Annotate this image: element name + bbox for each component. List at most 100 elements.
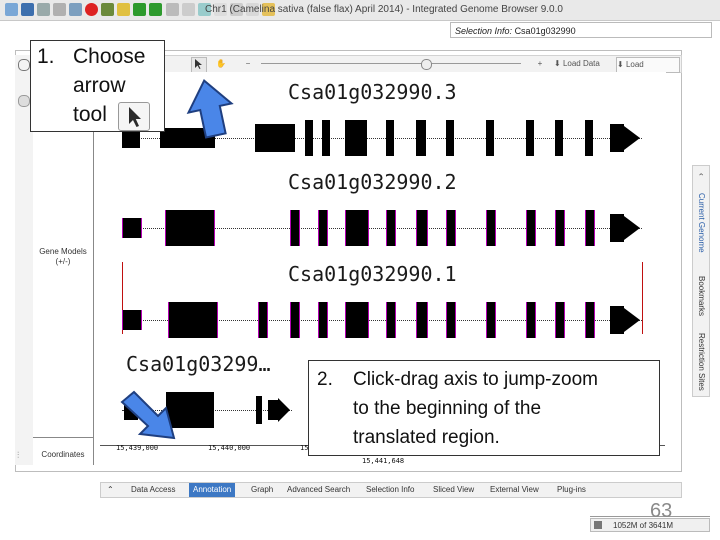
- exon[interactable]: [526, 120, 534, 156]
- forward-arrow-icon[interactable]: [149, 3, 162, 16]
- exon[interactable]: [290, 302, 300, 338]
- strand-arrow-icon: [624, 126, 640, 150]
- exon[interactable]: [446, 120, 454, 156]
- zoom-in-icon[interactable]: +: [533, 57, 547, 71]
- tab-current-genome[interactable]: Current Genome: [693, 184, 709, 262]
- gene-label[interactable]: Csa01g032990.1: [288, 262, 457, 286]
- axis-tick-label: 15,439,000: [116, 444, 159, 452]
- load-data-button[interactable]: ⬇ Load Data: [554, 57, 614, 71]
- copy-icon[interactable]: [53, 3, 66, 16]
- exon[interactable]: [305, 120, 313, 156]
- settings-icon[interactable]: [182, 3, 195, 16]
- instruction-callout-step2: 2. Click-drag axis to jump-zoom to the b…: [308, 360, 660, 456]
- exon[interactable]: [165, 210, 215, 246]
- exon[interactable]: [258, 302, 268, 338]
- exon[interactable]: [386, 120, 394, 156]
- exon[interactable]: [318, 210, 328, 246]
- folder-icon[interactable]: [117, 3, 130, 16]
- exon[interactable]: [345, 302, 369, 338]
- memory-icon[interactable]: [594, 521, 602, 529]
- tab-sliced-view[interactable]: Sliced View: [433, 483, 474, 497]
- exon[interactable]: [290, 210, 300, 246]
- axis-tick-label: 15,440,000: [208, 444, 251, 452]
- exon[interactable]: [486, 302, 496, 338]
- exon[interactable]: [256, 396, 262, 424]
- selection-info-field[interactable]: Selection Info: Csa01g032990: [450, 22, 712, 38]
- exon[interactable]: [322, 120, 330, 156]
- exon[interactable]: [318, 302, 328, 338]
- tab-graph[interactable]: Graph: [251, 483, 273, 497]
- exon[interactable]: [585, 210, 595, 246]
- open-file-icon[interactable]: [5, 3, 18, 16]
- load-sequence-button[interactable]: ⬇ Load Sequence: [616, 57, 680, 83]
- exon[interactable]: [416, 302, 428, 338]
- vertical-zoom-thumb[interactable]: [18, 95, 30, 107]
- coordinates-track-label[interactable]: Coordinates: [35, 450, 91, 459]
- exon[interactable]: [345, 120, 367, 156]
- exon[interactable]: [555, 302, 565, 338]
- exon[interactable]: [526, 302, 536, 338]
- bottom-tab-bar: ⌃ Data Access Annotation Graph Advanced …: [100, 482, 682, 498]
- step-text: Click-drag axis to jump-zoom: [353, 369, 598, 390]
- cursor-arrow-icon: [118, 102, 150, 131]
- zoom-out-icon[interactable]: −: [241, 57, 255, 71]
- exon[interactable]: [446, 210, 456, 246]
- zoom-icon[interactable]: [18, 59, 30, 71]
- exon[interactable]: [585, 120, 593, 156]
- gene-models-track-label[interactable]: Gene Models (+/-): [35, 247, 91, 267]
- tab-selection-info[interactable]: Selection Info: [366, 483, 414, 497]
- zoom-slider-track[interactable]: [261, 63, 521, 64]
- cursor-arrow-icon[interactable]: [191, 57, 207, 73]
- tab-annotation[interactable]: Annotation: [189, 483, 236, 497]
- coordinates-separator: [33, 437, 93, 438]
- exon[interactable]: [345, 210, 369, 246]
- selection-end-line: [642, 262, 643, 334]
- exon[interactable]: [268, 400, 278, 420]
- bookmark-icon[interactable]: [101, 3, 114, 16]
- refresh-icon[interactable]: [166, 3, 179, 16]
- gene-label[interactable]: Csa01g032990.3: [288, 80, 457, 104]
- collapse-chevron-icon[interactable]: ‹: [693, 168, 709, 180]
- gene-label[interactable]: Csa01g03299…: [126, 352, 271, 376]
- print-icon[interactable]: [37, 3, 50, 16]
- exon[interactable]: [255, 124, 295, 152]
- exon[interactable]: [486, 120, 494, 156]
- zoom-slider-thumb[interactable]: [421, 59, 432, 70]
- tab-advanced-search[interactable]: Advanced Search: [287, 483, 350, 497]
- step-text: translated region.: [353, 427, 500, 448]
- collapse-up-icon[interactable]: ⌃: [107, 483, 117, 497]
- exon[interactable]: [610, 214, 624, 242]
- export-icon[interactable]: [69, 3, 82, 16]
- exon[interactable]: [610, 124, 624, 152]
- exon[interactable]: [610, 306, 624, 334]
- exon[interactable]: [585, 302, 595, 338]
- strand-arrow-icon: [624, 216, 640, 240]
- tab-external-view[interactable]: External View: [490, 483, 539, 497]
- exon[interactable]: [122, 218, 142, 238]
- split-icon[interactable]: ⫶: [17, 450, 29, 460]
- save-icon[interactable]: [21, 3, 34, 16]
- exon[interactable]: [526, 210, 536, 246]
- exon[interactable]: [446, 302, 456, 338]
- tab-plug-ins[interactable]: Plug-ins: [557, 483, 586, 497]
- exon[interactable]: [168, 302, 218, 338]
- right-tab-bar: ‹ Current Genome Bookmarks Restriction S…: [692, 165, 710, 397]
- exon[interactable]: [416, 120, 426, 156]
- back-arrow-icon[interactable]: [133, 3, 146, 16]
- exon[interactable]: [386, 210, 396, 246]
- view-toolbar: ✋ − + ⬇ Load Data ⬇ Load Sequence: [160, 55, 682, 83]
- slide-number: 63: [650, 500, 673, 522]
- exon[interactable]: [122, 310, 142, 330]
- gene-label[interactable]: Csa01g032990.2: [288, 170, 457, 194]
- hand-icon[interactable]: ✋: [216, 57, 230, 71]
- tab-bookmarks[interactable]: Bookmarks: [693, 266, 709, 326]
- stop-icon[interactable]: [85, 3, 98, 16]
- exon[interactable]: [386, 302, 396, 338]
- tab-restriction-sites[interactable]: Restriction Sites: [693, 330, 709, 394]
- tab-data-access[interactable]: Data Access: [131, 483, 175, 497]
- selection-info-value: Csa01g032990: [514, 26, 576, 36]
- exon[interactable]: [555, 120, 563, 156]
- exon[interactable]: [416, 210, 428, 246]
- exon[interactable]: [486, 210, 496, 246]
- exon[interactable]: [555, 210, 565, 246]
